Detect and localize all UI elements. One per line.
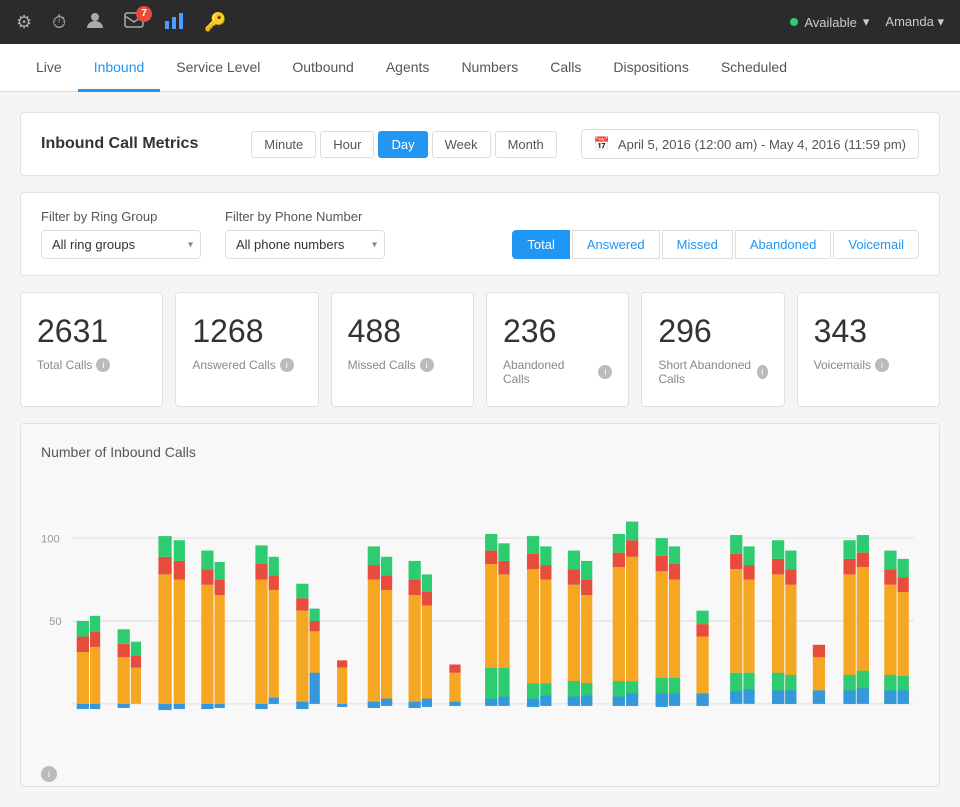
tab-calls[interactable]: Calls [534,45,597,92]
stat-short-abandoned: 296 Short Abandoned Calls i [641,292,784,407]
view-toggle: Total Answered Missed Abandoned Voicemai… [512,230,919,259]
view-btn-answered[interactable]: Answered [572,230,660,259]
tab-inbound[interactable]: Inbound [78,45,161,92]
date-range-picker[interactable]: 📅 April 5, 2016 (12:00 am) - May 4, 2016… [581,129,919,159]
tab-outbound[interactable]: Outbound [276,45,370,92]
total-calls-number: 2631 [37,313,108,350]
time-controls: Minute Hour Day Week Month [251,131,556,158]
status-indicator[interactable]: Available ▾ [790,14,869,30]
calendar-icon: 📅 [594,136,610,152]
view-btn-missed[interactable]: Missed [662,230,733,259]
abandoned-calls-label: Abandoned Calls i [503,358,612,386]
ring-group-select[interactable]: All ring groups [41,230,201,259]
ring-group-label: Filter by Ring Group [41,209,201,224]
stat-voicemails: 343 Voicemails i [797,292,940,407]
missed-calls-label: Missed Calls i [348,358,434,372]
chart-title: Number of Inbound Calls [41,444,919,460]
chart-area: 100 50 [41,476,919,766]
tab-bar: Live Inbound Service Level Outbound Agen… [0,44,960,92]
user-menu[interactable]: Amanda ▾ [885,14,944,30]
bar-chart: 100 50 [41,476,919,766]
time-btn-day[interactable]: Day [378,131,427,158]
time-btn-hour[interactable]: Hour [320,131,374,158]
chart-info-icon[interactable]: i [41,766,57,782]
time-btn-month[interactable]: Month [495,131,557,158]
status-dot [790,18,798,26]
answered-calls-label: Answered Calls i [192,358,293,372]
answered-calls-number: 1268 [192,313,263,350]
svg-text:50: 50 [49,616,61,628]
stat-answered-calls: 1268 Answered Calls i [175,292,318,407]
view-btn-voicemail[interactable]: Voicemail [833,230,919,259]
tab-numbers[interactable]: Numbers [445,45,534,92]
missed-calls-info[interactable]: i [420,358,434,372]
tab-live[interactable]: Live [20,45,78,92]
clock-icon[interactable]: ⏱ [52,12,66,33]
mail-badge: 7 [136,6,152,22]
tab-service-level[interactable]: Service Level [160,45,276,92]
nav-icons: ⚙ ⏱ 7 🔑 [16,11,227,34]
voicemails-info[interactable]: i [875,358,889,372]
time-btn-week[interactable]: Week [432,131,491,158]
abandoned-calls-info[interactable]: i [598,365,612,379]
missed-calls-number: 488 [348,313,401,350]
date-range-text: April 5, 2016 (12:00 am) - May 4, 2016 (… [618,137,906,152]
stat-total-calls: 2631 Total Calls i [20,292,163,407]
svg-text:100: 100 [41,533,60,545]
user-arrow: ▾ [937,14,944,29]
chart-container: Number of Inbound Calls 100 50 [20,423,940,787]
time-btn-minute[interactable]: Minute [251,131,316,158]
key-icon[interactable]: 🔑 [204,12,226,33]
recycle-icon[interactable]: ⚙ [16,12,32,33]
chart-icon[interactable] [164,11,184,34]
voicemails-label: Voicemails i [814,358,889,372]
metrics-title: Inbound Call Metrics [41,135,198,153]
status-label: Available [804,15,857,30]
status-arrow: ▾ [863,14,870,30]
abandoned-calls-number: 236 [503,313,556,350]
main-content: Inbound Call Metrics Minute Hour Day Wee… [0,92,960,807]
phone-number-select-wrapper: All phone numbers ▾ [225,230,385,259]
top-navigation: ⚙ ⏱ 7 🔑 Available ▾ Amanda ▾ [0,0,960,44]
ring-group-filter: Filter by Ring Group All ring groups ▾ [41,209,201,259]
stats-row: 2631 Total Calls i 1268 Answered Calls i… [20,292,940,407]
tab-agents[interactable]: Agents [370,45,446,92]
phone-number-select[interactable]: All phone numbers [225,230,385,259]
total-calls-label: Total Calls i [37,358,110,372]
nav-user-area: Available ▾ Amanda ▾ [790,14,944,30]
tab-dispositions[interactable]: Dispositions [597,45,704,92]
user-name: Amanda [885,14,933,29]
answered-calls-info[interactable]: i [280,358,294,372]
filters-row: Filter by Ring Group All ring groups ▾ F… [20,192,940,276]
total-calls-info[interactable]: i [96,358,110,372]
phone-number-label: Filter by Phone Number [225,209,385,224]
metrics-header: Inbound Call Metrics Minute Hour Day Wee… [20,112,940,176]
short-abandoned-info[interactable]: i [757,365,768,379]
mail-icon[interactable]: 7 [124,12,144,33]
person-icon[interactable] [86,11,104,34]
short-abandoned-label: Short Abandoned Calls i [658,358,767,386]
stat-missed-calls: 488 Missed Calls i [331,292,474,407]
view-btn-total[interactable]: Total [512,230,569,259]
voicemails-number: 343 [814,313,867,350]
tab-scheduled[interactable]: Scheduled [705,45,803,92]
ring-group-select-wrapper: All ring groups ▾ [41,230,201,259]
view-btn-abandoned[interactable]: Abandoned [735,230,832,259]
stat-abandoned-calls: 236 Abandoned Calls i [486,292,629,407]
phone-number-filter: Filter by Phone Number All phone numbers… [225,209,385,259]
short-abandoned-number: 296 [658,313,711,350]
